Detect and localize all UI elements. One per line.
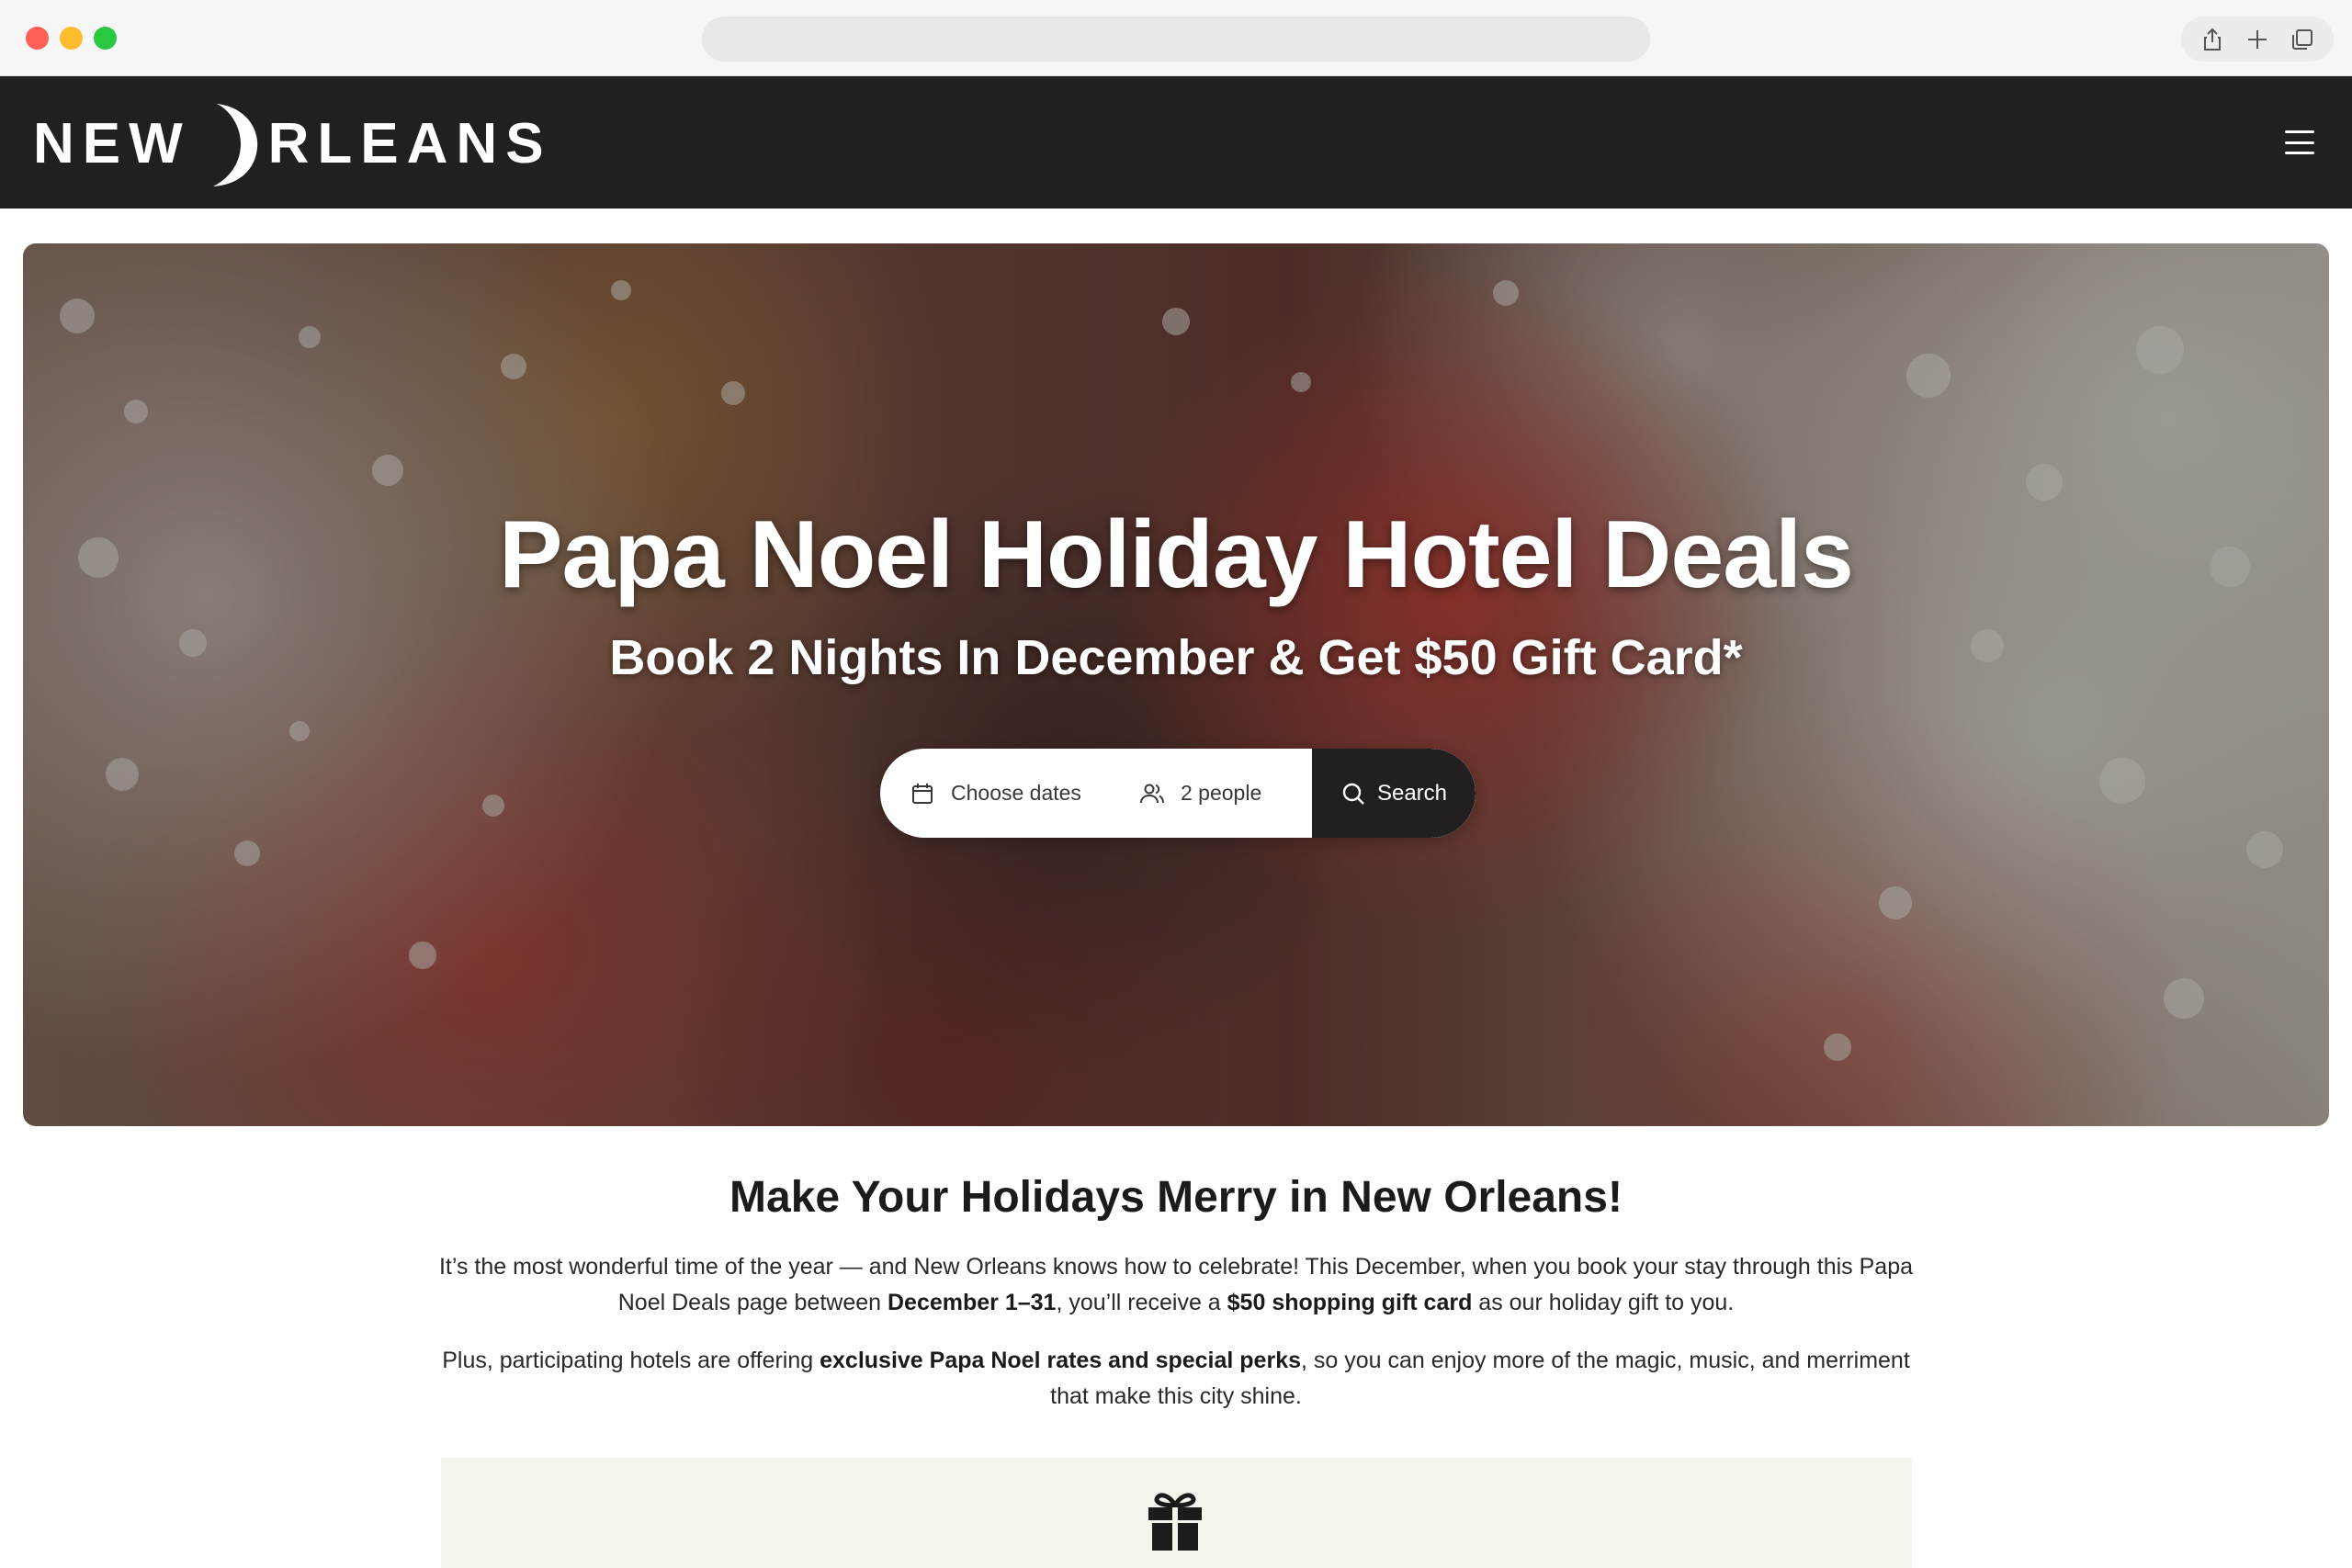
gift-card-callout bbox=[441, 1458, 1912, 1568]
close-window-button[interactable] bbox=[26, 27, 49, 50]
calendar-icon bbox=[912, 783, 933, 804]
guests-label: 2 people bbox=[1181, 781, 1262, 805]
exclusive-rates-text: exclusive Papa Noel rates and special pe… bbox=[820, 1348, 1301, 1373]
address-bar[interactable] bbox=[702, 17, 1650, 62]
people-icon bbox=[1140, 784, 1164, 803]
logo-text-new: NEW bbox=[33, 112, 191, 175]
logo-text-rleans: RLEANS bbox=[267, 112, 552, 175]
perks-paragraph: Plus, participating hotels are offering … bbox=[423, 1343, 1929, 1415]
hero-subtitle: Book 2 Nights In December & Get $50 Gift… bbox=[609, 630, 1743, 685]
search-button[interactable]: Search bbox=[1312, 749, 1476, 838]
share-icon[interactable] bbox=[2194, 21, 2231, 58]
browser-actions bbox=[2181, 17, 2334, 62]
hotel-search-bar: Choose dates 2 people Search bbox=[880, 749, 1476, 838]
browser-toolbar bbox=[0, 0, 2352, 76]
choose-dates-field[interactable]: Choose dates bbox=[880, 749, 1128, 838]
section-heading: Make Your Holidays Merry in New Orleans! bbox=[729, 1173, 1623, 1222]
tabs-overview-icon[interactable] bbox=[2284, 21, 2321, 58]
booking-window-text: December 1–31 bbox=[887, 1290, 1057, 1315]
gift-icon bbox=[1148, 1493, 1202, 1551]
gift-card-text: $50 shopping gift card bbox=[1227, 1290, 1473, 1315]
guests-field[interactable]: 2 people bbox=[1128, 749, 1305, 838]
search-button-label: Search bbox=[1376, 780, 1448, 806]
site-header: NEW RLEANS bbox=[0, 76, 2352, 209]
minimize-window-button[interactable] bbox=[60, 27, 83, 50]
intro-paragraph: It’s the most wonderful time of the year… bbox=[423, 1249, 1929, 1321]
hero-banner: Papa Noel Holiday Hotel Deals Book 2 Nig… bbox=[23, 243, 2329, 1126]
perks-text: Plus, participating hotels are offering bbox=[442, 1348, 820, 1373]
intro-text: as our holiday gift to you. bbox=[1472, 1290, 1735, 1315]
crescent-moon-icon bbox=[212, 104, 257, 186]
search-icon bbox=[1342, 783, 1364, 805]
choose-dates-label: Choose dates bbox=[951, 781, 1081, 805]
hamburger-menu-icon[interactable] bbox=[2280, 124, 2319, 161]
intro-text: , you’ll receive a bbox=[1056, 1290, 1227, 1315]
new-tab-icon[interactable] bbox=[2239, 21, 2276, 58]
new-orleans-logo[interactable]: NEW RLEANS bbox=[33, 100, 552, 188]
hero-title: Papa Noel Holiday Hotel Deals bbox=[499, 502, 1854, 608]
maximize-window-button[interactable] bbox=[94, 27, 117, 50]
